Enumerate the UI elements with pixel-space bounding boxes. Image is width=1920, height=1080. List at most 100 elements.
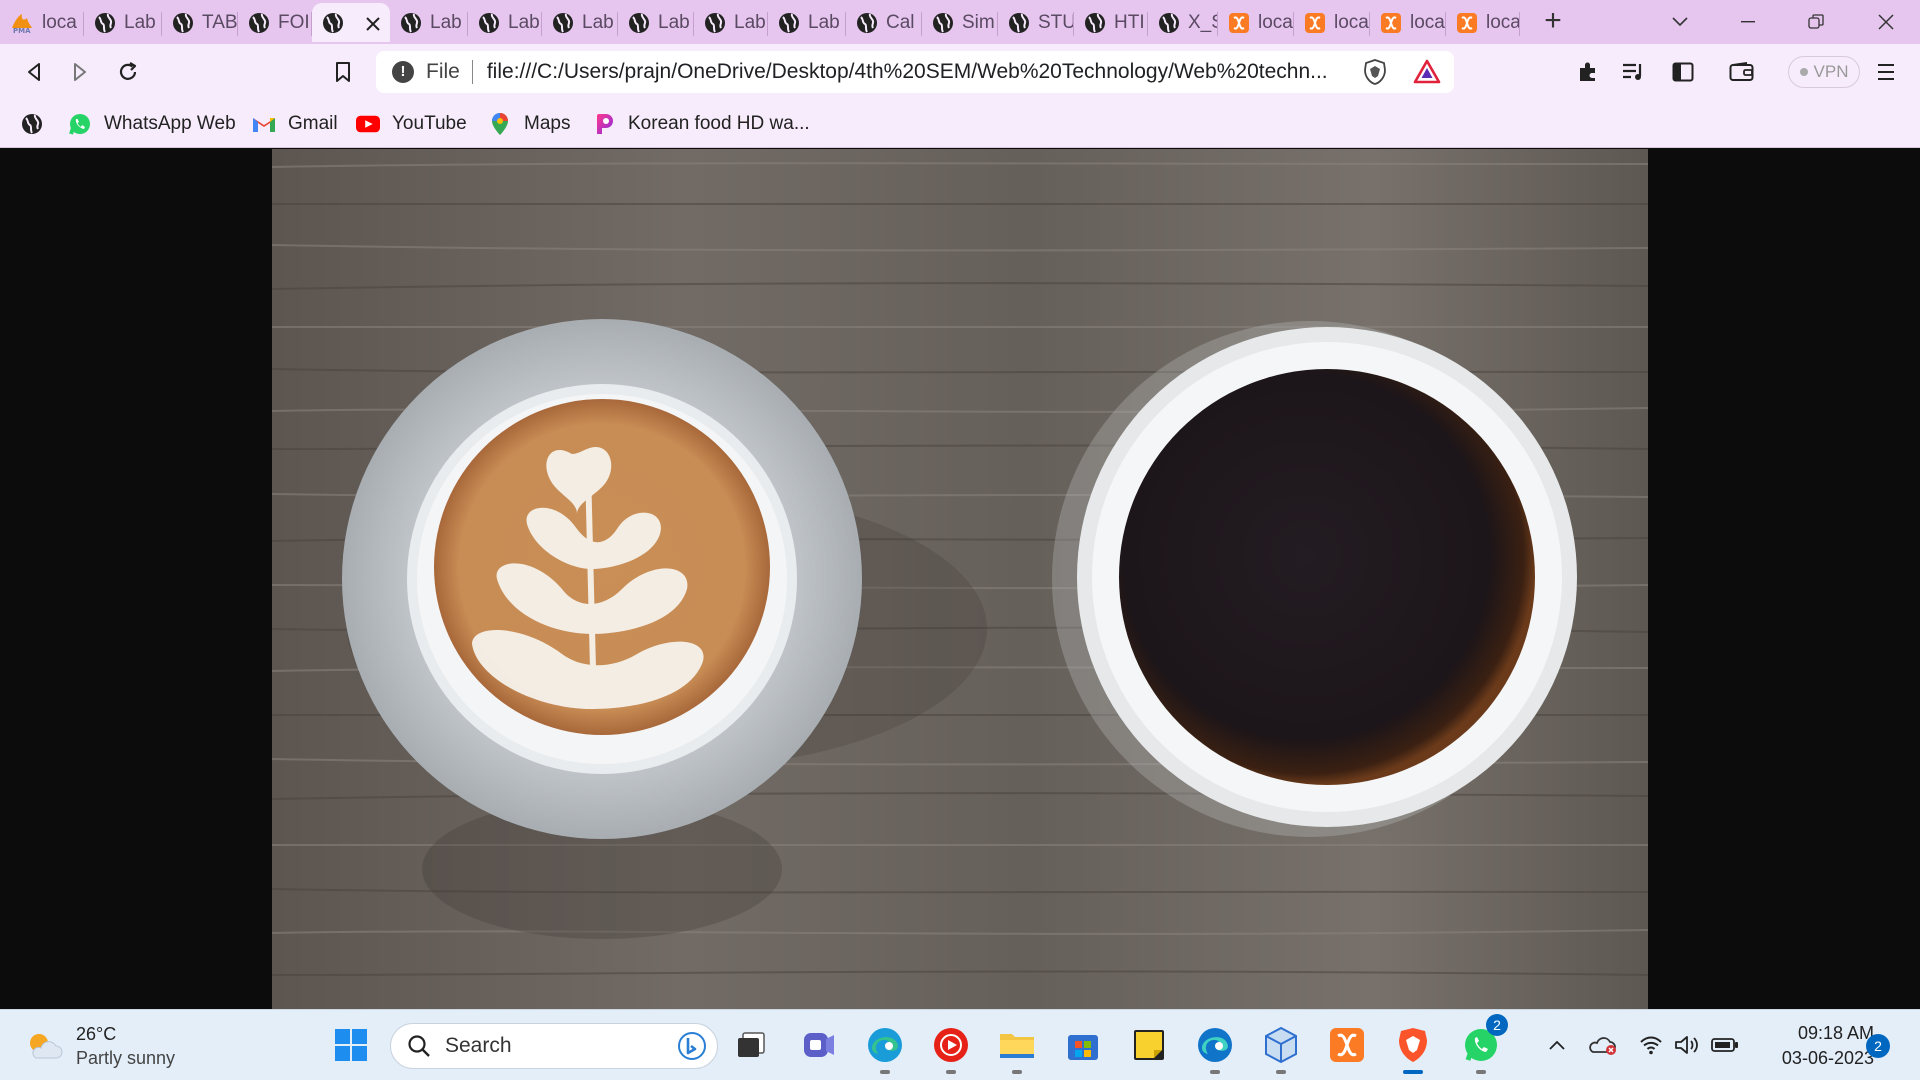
bing-icon[interactable] [677, 1031, 707, 1061]
taskbar-app-sticky-notes[interactable] [1126, 1022, 1172, 1068]
bookmark-item[interactable]: Gmail [252, 109, 338, 139]
minimize-button[interactable] [1718, 0, 1778, 44]
show-hidden-icons-button[interactable] [1542, 1030, 1572, 1060]
xampp-icon [1330, 1028, 1364, 1062]
globe-icon [401, 12, 421, 33]
bookmark-favicon [356, 112, 380, 136]
extensions-button[interactable] [1570, 54, 1606, 90]
restore-button[interactable] [1786, 0, 1846, 44]
tab[interactable]: Lab [768, 3, 846, 42]
back-button[interactable] [16, 54, 52, 90]
brave-rewards-button[interactable] [1409, 54, 1445, 90]
running-indicator [1210, 1070, 1220, 1074]
tab[interactable]: X_S [1148, 3, 1218, 42]
tab[interactable]: FOI [238, 3, 312, 42]
xampp-icon [1305, 12, 1325, 33]
taskbar-app-xampp[interactable] [1324, 1022, 1370, 1068]
main-menu-button[interactable] [1868, 54, 1904, 90]
notification-badge[interactable]: 2 [1866, 1034, 1890, 1058]
bookmark-button[interactable] [325, 54, 361, 90]
bookmark-item[interactable]: Maps [488, 109, 570, 139]
wallet-button[interactable] [1724, 54, 1760, 90]
back-arrow-icon [28, 63, 40, 81]
brave-shields-button[interactable] [1357, 54, 1393, 90]
tab[interactable]: Sim [922, 3, 998, 42]
bookmark-item[interactable] [20, 109, 56, 139]
vpn-button[interactable]: VPN [1788, 56, 1860, 88]
taskbar-app-file-explorer[interactable] [994, 1022, 1040, 1074]
taskbar-app-edge[interactable] [862, 1022, 908, 1074]
running-indicator [1476, 1070, 1486, 1074]
taskbar-app-teams[interactable] [796, 1022, 842, 1068]
reload-button[interactable] [110, 54, 146, 90]
picsart-icon [597, 114, 613, 134]
bookmark-item[interactable]: Korean food HD wa... [592, 109, 810, 139]
tab[interactable]: loca [1294, 3, 1370, 42]
tab[interactable]: Cal [846, 3, 922, 42]
onedrive-tray-button[interactable] [1588, 1030, 1618, 1060]
tab[interactable]: loca [1218, 3, 1294, 42]
wallet-icon [1729, 62, 1754, 81]
scheme-label: File [426, 60, 460, 83]
taskbar-app-whatsapp[interactable]: 2 [1458, 1014, 1508, 1074]
tab[interactable]: STU [998, 3, 1074, 42]
start-button[interactable] [328, 1022, 374, 1068]
tab-title: X_S [1188, 11, 1218, 33]
tab-search-button[interactable] [1650, 0, 1710, 44]
volume-tray-button[interactable] [1672, 1030, 1702, 1060]
media-controls-button[interactable] [1615, 54, 1651, 90]
bookmark-item[interactable]: WhatsApp Web [68, 109, 236, 139]
taskbar-app-store[interactable] [1060, 1022, 1106, 1068]
tab[interactable]: Lab [542, 3, 618, 42]
xampp-icon [1457, 12, 1477, 33]
tab[interactable]: Lab [694, 3, 768, 42]
tab-title: loca [1258, 11, 1293, 33]
tab[interactable]: loca [1446, 3, 1520, 42]
weather-temp[interactable]: 26°C [76, 1024, 116, 1045]
taskbar-app-youtube-music[interactable] [928, 1022, 974, 1074]
tab[interactable]: HTI [1074, 3, 1148, 42]
weather-description[interactable]: Partly sunny [76, 1048, 175, 1069]
battery-tray-button[interactable] [1710, 1030, 1740, 1060]
clock-time[interactable]: 09:18 AM [1776, 1023, 1874, 1044]
tab-favicon [1158, 12, 1180, 34]
info-icon[interactable]: ! [392, 61, 414, 83]
tab-favicon [248, 12, 270, 34]
tab-title: Cal [886, 11, 915, 33]
tab[interactable]: Lab [468, 3, 542, 42]
clock-date[interactable]: 03-06-2023 [1760, 1048, 1874, 1069]
weather-widget[interactable] [22, 1024, 66, 1068]
tab-title: Lab [430, 11, 462, 33]
tab[interactable]: Lab [618, 3, 694, 42]
tab-favicon [1228, 12, 1250, 34]
taskbar-search[interactable]: Search [390, 1023, 718, 1069]
tab[interactable]: TAB [162, 3, 238, 42]
whatsapp-icon [69, 114, 90, 135]
taskbar-app-brave[interactable] [1390, 1022, 1436, 1074]
sidebar-button[interactable] [1665, 54, 1701, 90]
tab-title: Sim [962, 11, 995, 33]
tab[interactable]: Lab [390, 3, 468, 42]
tab-separator [1519, 12, 1520, 36]
hamburger-menu-icon [1878, 64, 1894, 80]
tab[interactable]: loca [1370, 3, 1446, 42]
taskbar-app-3d-viewer[interactable] [1258, 1022, 1304, 1074]
chevron-down-icon [1672, 17, 1688, 27]
close-tab-button[interactable] [366, 11, 380, 37]
chevron-up-icon [1549, 1040, 1565, 1050]
forward-button[interactable] [62, 54, 98, 90]
tab[interactable]: PMA loca [0, 3, 84, 42]
bookmark-item[interactable]: YouTube [356, 109, 467, 139]
taskbar-app-edge-beta[interactable] [1192, 1022, 1238, 1074]
wifi-tray-button[interactable] [1636, 1030, 1666, 1060]
new-tab-button[interactable]: + [1538, 3, 1568, 41]
task-view-icon [738, 1032, 765, 1057]
task-view-button[interactable] [728, 1022, 774, 1068]
tab[interactable]: Lab [84, 3, 162, 42]
url-text[interactable]: file:///C:/Users/prajn/OneDrive/Desktop/… [487, 60, 1328, 84]
globe-icon [323, 12, 343, 33]
address-bar[interactable]: ! File file:///C:/Users/prajn/OneDrive/D… [376, 51, 1454, 93]
close-window-button[interactable] [1856, 0, 1916, 44]
tab-active[interactable] [312, 3, 390, 42]
windows-taskbar: 26°C Partly sunny Search 2 09:18 AM 03-0… [0, 1009, 1920, 1080]
